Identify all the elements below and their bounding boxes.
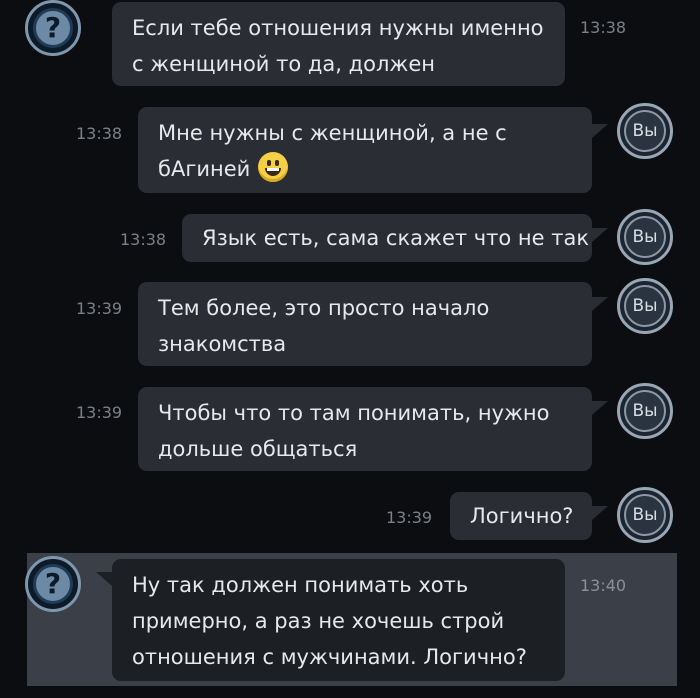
- message-line: Чтобы что то там понимать, нужно: [158, 401, 550, 425]
- message-line: Логично?: [470, 504, 574, 528]
- message-bubble-incoming[interactable]: Если тебе отношения нужны именно с женщи…: [112, 2, 565, 86]
- my-avatar-label: Вы: [624, 390, 666, 432]
- message-bubble-outgoing[interactable]: Тем более, это просто начало знакомства: [138, 282, 592, 366]
- anonymous-avatar-icon[interactable]: ?: [25, 556, 81, 612]
- message-line: с женщиной то да, должен: [132, 52, 435, 76]
- message-line: Язык есть, сама скажет что не так: [202, 226, 590, 250]
- message-line: бАгиней: [158, 157, 251, 181]
- bubble-tail: [592, 506, 608, 520]
- my-avatar-icon[interactable]: Вы: [617, 487, 673, 543]
- question-mark-icon: ?: [33, 564, 73, 604]
- my-avatar-label: Вы: [624, 494, 666, 536]
- message-time: 13:39: [76, 403, 123, 422]
- my-avatar-icon[interactable]: Вы: [617, 209, 673, 265]
- bubble-tail: [592, 228, 608, 242]
- my-avatar-icon[interactable]: Вы: [617, 383, 673, 439]
- message-line: Ну так должен понимать хоть: [132, 573, 469, 597]
- message-line: дольше общаться: [158, 437, 358, 461]
- my-avatar-label: Вы: [624, 216, 666, 258]
- question-mark-icon: ?: [33, 8, 73, 48]
- message-time: 13:39: [386, 508, 433, 527]
- message-bubble-outgoing[interactable]: Логично?: [450, 492, 592, 540]
- message-line: Тем более, это просто начало: [158, 296, 490, 320]
- message-bubble-outgoing[interactable]: Мне нужны с женщиной, а не с бАгиней: [138, 107, 592, 193]
- message-line: примерно, а раз не хочешь строй: [132, 609, 505, 633]
- message-bubble-outgoing[interactable]: Чтобы что то там понимать, нужно дольше …: [138, 387, 592, 471]
- bubble-tail: [592, 401, 608, 415]
- anonymous-avatar-icon[interactable]: ?: [25, 0, 81, 56]
- my-avatar-icon[interactable]: Вы: [617, 278, 673, 334]
- grinning-face-icon: [258, 152, 289, 182]
- message-bubble-outgoing[interactable]: Язык есть, сама скажет что не так: [182, 214, 592, 262]
- my-avatar-label: Вы: [624, 110, 666, 152]
- message-time: 13:39: [76, 299, 123, 318]
- chat-view: ? Если тебе отношения нужны именно с жен…: [0, 0, 700, 698]
- message-line: Если тебе отношения нужны именно: [132, 16, 544, 40]
- message-time: 13:38: [76, 124, 123, 143]
- message-line: отношения с мужчинами. Логично?: [132, 645, 527, 669]
- message-line: Мне нужны с женщиной, а не с: [158, 121, 507, 145]
- bubble-tail: [592, 297, 608, 311]
- message-time: 13:38: [120, 230, 167, 249]
- message-time: 13:40: [580, 576, 627, 595]
- my-avatar-icon[interactable]: Вы: [617, 103, 673, 159]
- message-bubble-incoming[interactable]: Ну так должен понимать хоть примерно, а …: [112, 559, 565, 681]
- bubble-tail: [592, 124, 608, 138]
- message-line: знакомства: [158, 332, 287, 356]
- bubble-tail: [96, 572, 112, 586]
- my-avatar-label: Вы: [624, 285, 666, 327]
- message-time: 13:38: [580, 18, 627, 37]
